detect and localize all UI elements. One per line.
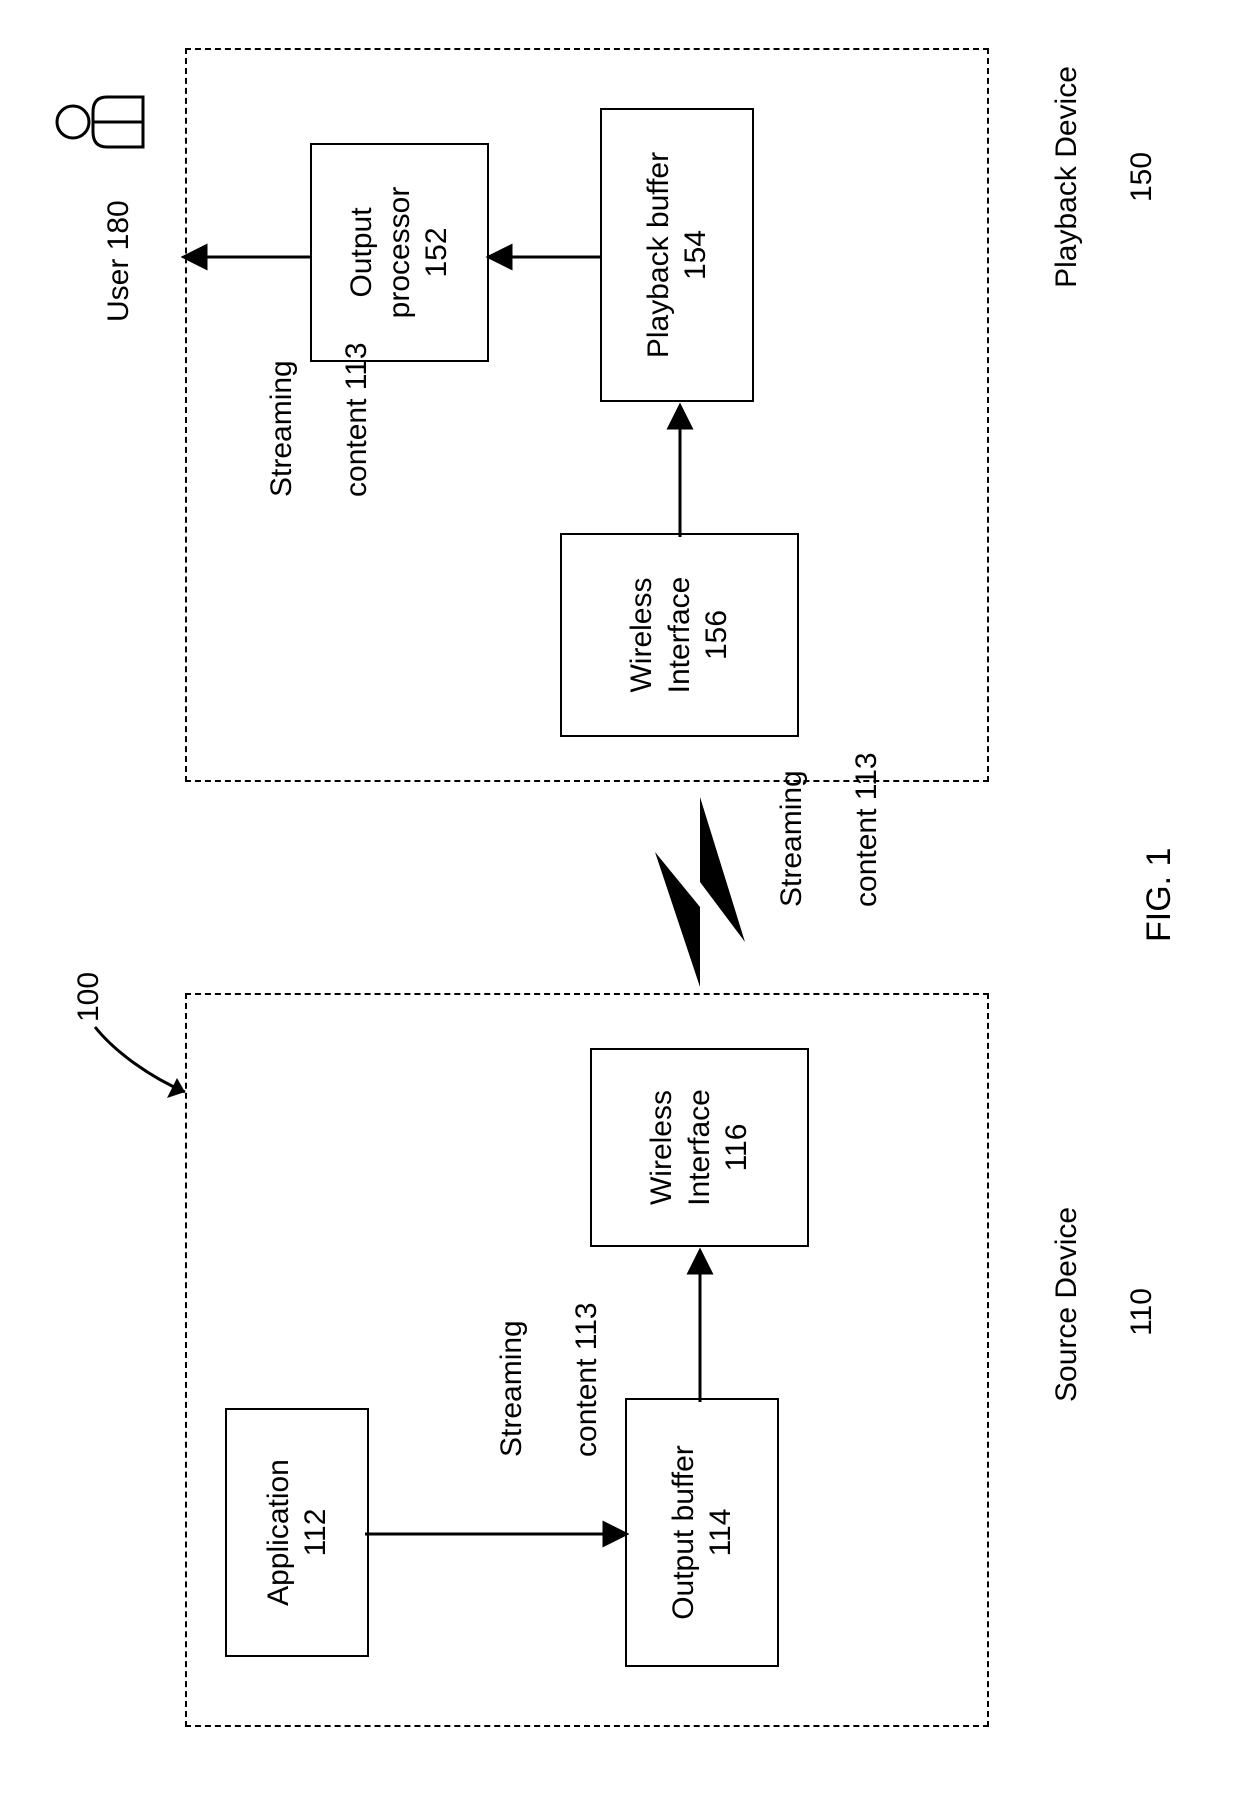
pb-wireless-interface-ref: 156 [698,610,736,660]
playback-buffer-block: Playback buffer 154 [600,108,754,402]
diagram-canvas: 100 Source Device 110 Application 112 Ou… [0,0,1240,1812]
pb-wireless-interface-block: Wireless Interface 156 [560,533,799,737]
pb-wireless-interface-label: Wireless Interface [623,577,698,694]
output-processor-block: Output processor 152 [310,143,489,362]
application-ref: 112 [297,1509,335,1557]
user-icon [57,97,143,147]
figure-ref-pointer [95,1027,185,1098]
playback-device-label: Playback Device 150 [1010,62,1198,342]
figure-caption: FIG. 1 [1140,848,1179,942]
application-label: Application [260,1459,298,1606]
output-buffer-label: Output buffer [665,1445,703,1620]
wireless-link-label: Streaming content 113 [735,752,923,957]
pb-streaming-label: Streaming content 113 [225,342,413,547]
playback-device-name: Playback Device [1050,66,1083,288]
application-block: Application 112 [225,1408,369,1657]
output-processor-ref: 152 [418,227,456,277]
src-streaming-label: Streaming content 113 [455,1302,643,1507]
source-device-label: Source Device 110 [1010,1222,1198,1452]
playback-device-ref: 150 [1125,152,1158,202]
user-label: User 180 [100,200,138,322]
wireless-link-icon [655,797,745,987]
playback-buffer-label: Playback buffer [640,152,678,358]
output-processor-label: Output processor [343,187,418,319]
src-wireless-interface-block: Wireless Interface 116 [590,1048,809,1247]
figure-ref-label: 100 [70,972,108,1022]
output-buffer-ref: 114 [702,1509,740,1557]
src-wireless-interface-label: Wireless Interface [643,1089,718,1206]
source-device-ref: 110 [1125,1288,1158,1336]
output-buffer-block: Output buffer 114 [625,1398,779,1667]
source-device-name: Source Device [1050,1207,1083,1402]
src-wireless-interface-ref: 116 [718,1124,756,1172]
playback-buffer-ref: 154 [677,230,715,280]
